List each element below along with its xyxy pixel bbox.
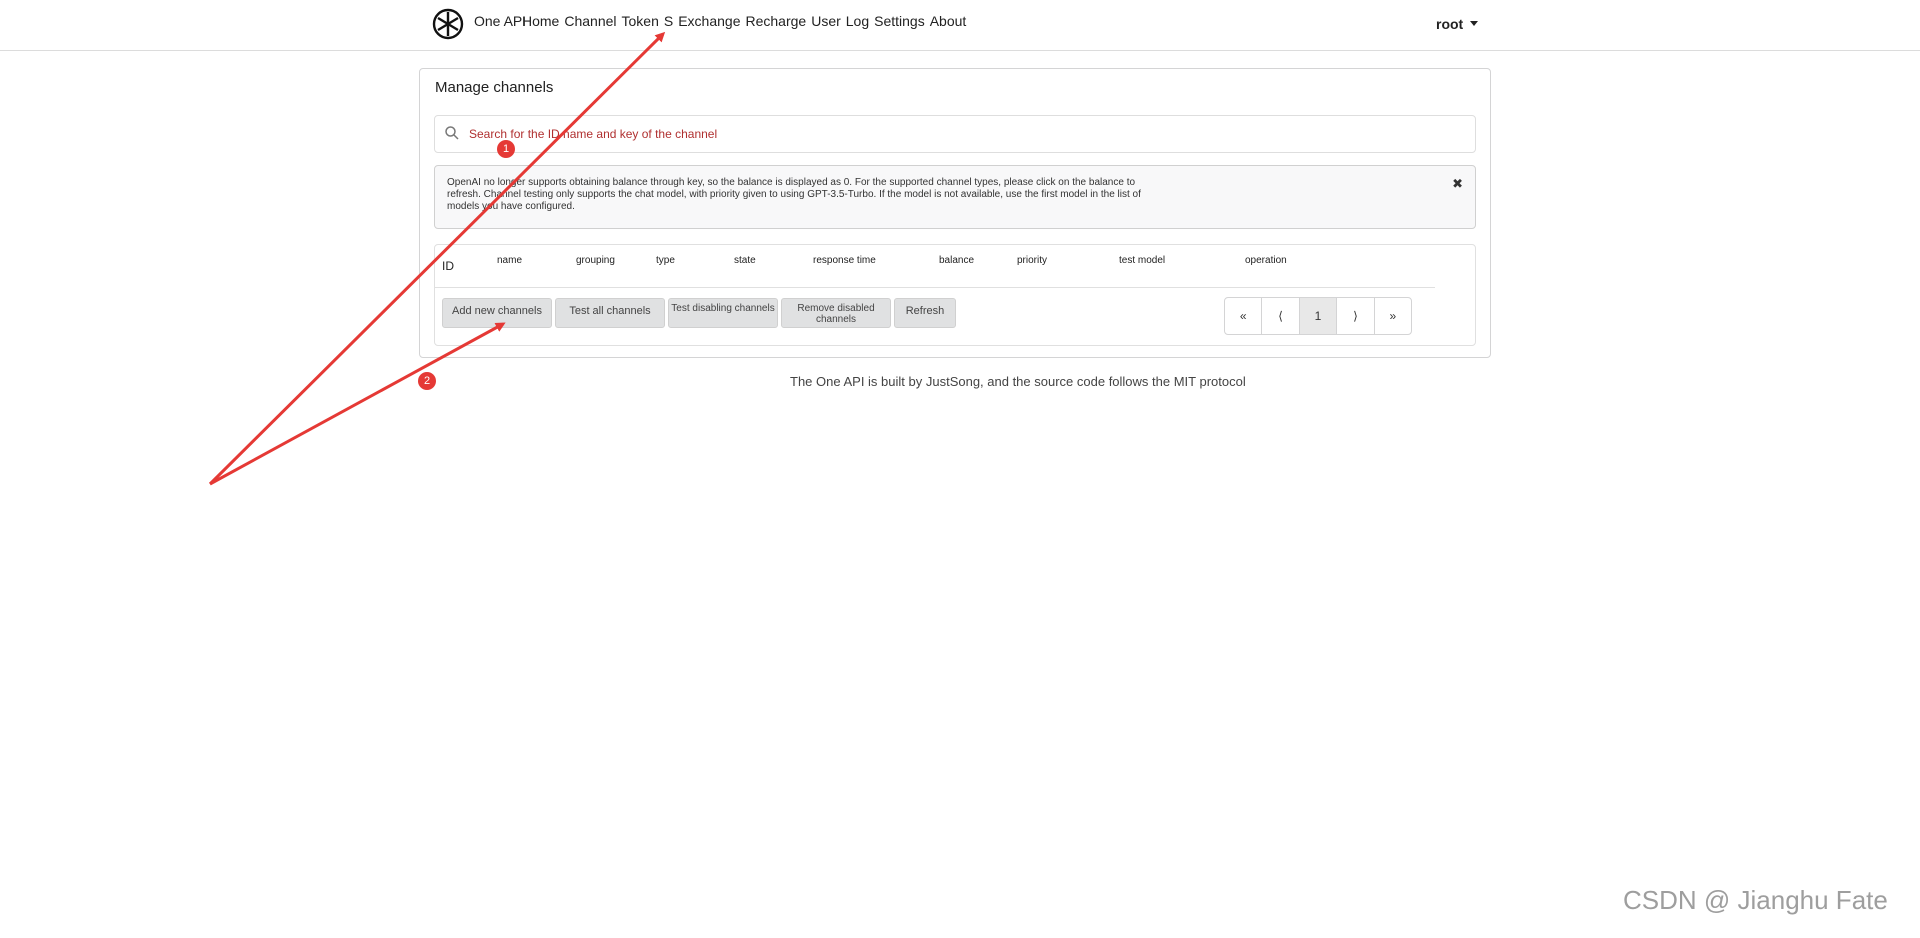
info-message: OpenAI no longer supports obtaining bala… [434,165,1476,229]
column-header-test-model[interactable]: test model [1119,255,1165,266]
first-page-button[interactable]: « [1225,298,1263,334]
watermark: CSDN @ Jianghu Fate [1623,885,1888,915]
column-header-id[interactable]: ID [442,259,454,273]
nav-user[interactable]: User [811,13,841,29]
column-header-response-time[interactable]: response time [813,255,876,266]
footer-text: The One API is built by JustSong, and th… [790,374,1246,389]
nav-exchange[interactable]: Exchange [678,13,740,29]
close-icon[interactable]: ✖ [1452,176,1463,192]
test-disabled-channels-button[interactable]: Test disabling channels [668,298,778,328]
next-page-button[interactable]: ⟩ [1337,298,1375,334]
search-icon [445,126,459,140]
search-input[interactable] [467,121,1461,147]
prev-page-button[interactable]: ⟨ [1262,298,1300,334]
last-page-button[interactable]: » [1375,298,1411,334]
column-header-operation[interactable]: operation [1245,255,1287,266]
nav-settings[interactable]: Settings [874,13,925,29]
column-header-priority[interactable]: priority [1017,255,1047,266]
column-header-balance[interactable]: balance [939,255,974,266]
main-nav: Home Channel Token S Exchange Recharge U… [522,13,966,29]
top-navbar: One API Home Channel Token S Exchange Re… [0,0,1920,51]
brand-title[interactable]: One API [474,13,526,29]
nav-about[interactable]: About [930,13,967,29]
column-header-state[interactable]: state [734,255,756,266]
add-channel-button[interactable]: Add new channels [442,298,552,328]
nav-s[interactable]: S [664,13,673,29]
channels-table: ID name grouping type state response tim… [434,244,1476,346]
column-header-grouping[interactable]: grouping [576,255,615,266]
column-header-type[interactable]: type [656,255,675,266]
refresh-button[interactable]: Refresh [894,298,956,328]
manage-channels-card: Manage channels OpenAI no longer support… [419,68,1491,358]
pagination: « ⟨ 1 ⟩ » [1224,297,1412,335]
nav-token[interactable]: Token [622,13,659,29]
page-1-button[interactable]: 1 [1299,298,1338,334]
openai-logo-icon[interactable] [430,6,466,42]
info-message-text: OpenAI no longer supports obtaining bala… [447,177,1141,212]
chevron-down-icon[interactable] [1470,21,1478,26]
search-box [434,115,1476,153]
nav-channel[interactable]: Channel [564,13,616,29]
annotation-badge-1: 1 [497,140,515,158]
annotation-badge-2: 2 [418,372,436,390]
nav-recharge[interactable]: Recharge [746,13,807,29]
user-menu[interactable]: root [1436,16,1463,32]
column-header-name[interactable]: name [497,255,522,266]
table-header: ID name grouping type state response tim… [435,245,1435,288]
page-title: Manage channels [435,79,554,96]
nav-home[interactable]: Home [522,13,559,29]
remove-disabled-channels-button[interactable]: Remove disabled channels [781,298,891,328]
test-all-channels-button[interactable]: Test all channels [555,298,665,328]
nav-log[interactable]: Log [846,13,869,29]
